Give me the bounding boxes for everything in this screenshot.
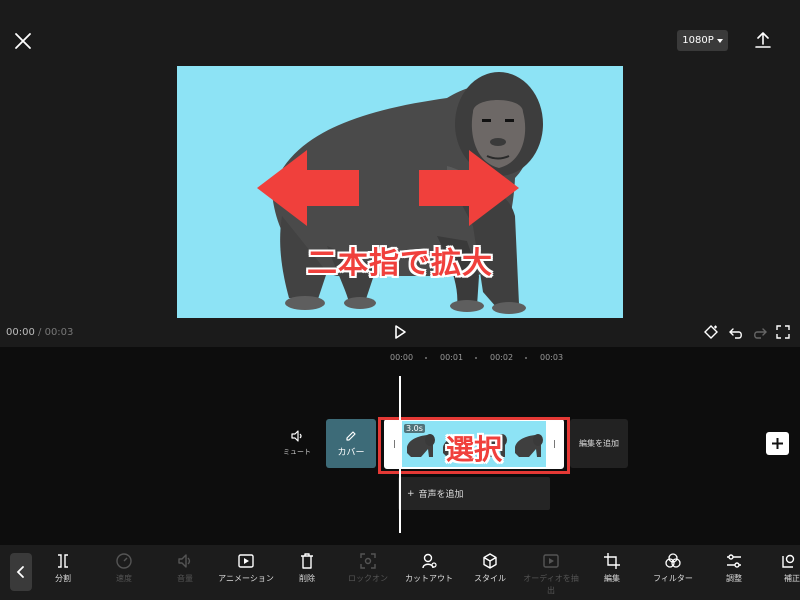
ruler-label: 00:01	[440, 353, 464, 362]
tool-label: 音量	[177, 574, 193, 583]
clip-duration: 3.0s	[404, 424, 425, 433]
tool-label: アニメーション	[218, 574, 274, 583]
plus-icon: +	[407, 488, 415, 499]
video-editor: 1080P 二本指で拡大 00:00 / 00:03 00:00 00:01 0…	[0, 0, 800, 600]
preview-area: 1080P 二本指で拡大 00:00 / 00:03	[0, 0, 800, 347]
mute-label: ミュート	[283, 448, 311, 456]
redo-icon[interactable]	[752, 324, 768, 340]
tool-split[interactable]: 分割	[35, 552, 91, 585]
playhead[interactable]	[399, 376, 401, 533]
tool-filter[interactable]: フィルター	[645, 552, 701, 585]
keyframe-icon[interactable]	[703, 324, 719, 340]
ruler-tick	[475, 357, 477, 359]
tool-label: 調整	[726, 574, 742, 583]
tool-cutout[interactable]: カットアウト	[401, 552, 457, 585]
ruler-label: 00:02	[490, 353, 514, 362]
volume-icon	[178, 554, 191, 568]
tool-label: 編集	[604, 574, 620, 583]
tool-label: ロックオン	[348, 574, 388, 583]
tool-delete[interactable]: 削除	[279, 552, 335, 585]
plus-icon	[772, 438, 783, 449]
filter-icon	[665, 553, 681, 568]
cover-button[interactable]: カバー	[326, 419, 376, 468]
tool-volume[interactable]: 音量	[157, 552, 213, 585]
tool-label: 削除	[299, 574, 315, 583]
time-separator: /	[38, 327, 42, 338]
speaker-icon	[291, 430, 302, 442]
resolution-label: 1080P	[682, 35, 714, 46]
clip-thumbnail	[443, 434, 471, 457]
tool-edit[interactable]: 編集	[584, 552, 640, 585]
add-clip-button[interactable]	[766, 432, 789, 455]
video-preview[interactable]: 二本指で拡大	[177, 66, 623, 318]
add-audio-button[interactable]: + 音声を追加	[398, 477, 550, 510]
speed-icon	[116, 553, 132, 569]
export-icon[interactable]	[752, 29, 774, 51]
trash-icon	[301, 553, 313, 569]
clip-thumbnail	[479, 434, 507, 457]
adjust-icon	[727, 554, 741, 568]
tool-label: スタイル	[474, 574, 506, 583]
pencil-icon	[346, 431, 356, 441]
bottom-toolbar: 分割 速度 音量 アニメーション 削除 ロックオン カットアウト スタイル オー…	[0, 545, 800, 600]
tool-label: フィルター	[653, 574, 693, 583]
timeline: 00:00 00:01 00:02 00:03 ミュート カバー 3.0s 選択…	[0, 347, 800, 545]
tool-extract-audio[interactable]: オーディオを抽出	[523, 552, 579, 597]
enhance-icon	[782, 554, 795, 568]
fullscreen-icon[interactable]	[775, 324, 791, 340]
time-display: 00:00 / 00:03	[6, 327, 73, 338]
ruler-tick	[525, 357, 527, 359]
add-edit-button[interactable]: 編集を追加	[570, 419, 628, 468]
tool-style[interactable]: スタイル	[462, 552, 518, 585]
lock-on-icon	[360, 553, 376, 569]
cutout-icon	[422, 553, 437, 569]
add-edit-label: 編集を追加	[579, 439, 619, 448]
split-icon	[58, 554, 68, 568]
video-clip[interactable]: 3.0s	[384, 419, 564, 469]
undo-icon[interactable]	[728, 324, 744, 340]
resolution-dropdown[interactable]: 1080P	[677, 30, 728, 51]
add-audio-label: 音声を追加	[418, 490, 464, 500]
tool-animation[interactable]: アニメーション	[218, 552, 274, 585]
current-time: 00:00	[6, 327, 35, 338]
back-button[interactable]	[10, 553, 32, 591]
tool-label: 補正	[784, 574, 800, 583]
tool-enhance[interactable]: 補正	[766, 552, 800, 585]
tool-label: オーディオを抽出	[523, 574, 579, 595]
tool-adjust[interactable]: 調整	[706, 552, 762, 585]
tool-label: 分割	[55, 574, 71, 583]
clip-thumbnail	[407, 434, 435, 457]
overlay-caption: 二本指で拡大	[307, 246, 493, 281]
tool-speed[interactable]: 速度	[96, 552, 152, 585]
ruler-label: 00:00	[390, 353, 414, 362]
animation-icon	[238, 554, 254, 568]
clip-thumbnails	[402, 431, 546, 459]
play-icon[interactable]	[391, 323, 409, 341]
ruler-label: 00:03	[540, 353, 564, 362]
tool-label: 速度	[116, 574, 132, 583]
tool-label: カットアウト	[405, 574, 453, 583]
clip-thumbnail	[515, 434, 543, 457]
clip-trim-handle-right[interactable]	[546, 421, 562, 467]
extract-audio-icon	[543, 554, 559, 568]
total-time: 00:03	[44, 327, 74, 338]
style-icon	[483, 553, 497, 569]
mute-button[interactable]: ミュート	[280, 429, 314, 457]
chevron-down-icon	[716, 38, 723, 43]
crop-icon	[604, 553, 620, 569]
cover-label: カバー	[337, 448, 365, 458]
tool-lock-on[interactable]: ロックオン	[340, 552, 396, 585]
close-icon[interactable]	[12, 30, 34, 52]
ruler-tick	[425, 357, 427, 359]
chevron-left-icon	[16, 566, 24, 578]
